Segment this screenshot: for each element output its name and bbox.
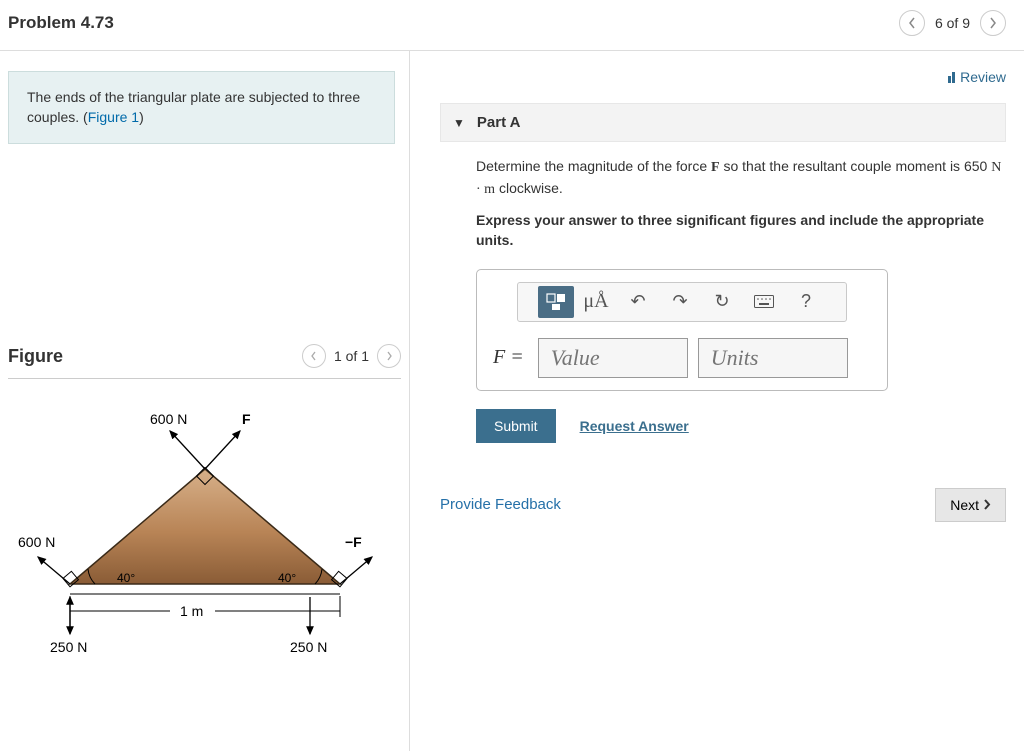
question-text: Determine the magnitude of the force F s…	[476, 156, 1006, 200]
template-button[interactable]	[538, 286, 574, 318]
answer-input-box: μÅ ↶ ↷ ↻ ? F =	[476, 269, 888, 391]
figure-image: 600 N F 600 N −F 40° 40°	[8, 379, 401, 672]
question-pre: Determine the magnitude of the force	[476, 158, 711, 174]
prev-problem-button[interactable]	[899, 10, 925, 36]
label-F-top: F	[242, 411, 251, 427]
figure-header: Figure 1 of 1	[8, 344, 401, 379]
label-250n-left: 250 N	[50, 639, 87, 655]
units-input[interactable]	[698, 338, 848, 378]
provide-feedback-link[interactable]: Provide Feedback	[440, 496, 561, 513]
figure-link[interactable]: Figure 1	[88, 109, 139, 125]
description-suffix: )	[139, 109, 144, 125]
chevron-left-icon	[908, 17, 916, 29]
label-angle-left: 40°	[117, 571, 135, 585]
label-minus-F: −F	[345, 534, 362, 550]
next-button[interactable]: Next	[935, 488, 1006, 522]
problem-header: Problem 4.73 6 of 9	[0, 0, 1024, 51]
reset-button[interactable]: ↻	[702, 284, 742, 320]
next-label: Next	[950, 497, 979, 513]
submit-button[interactable]: Submit	[476, 409, 556, 443]
help-button[interactable]: ?	[786, 284, 826, 320]
problem-title: Problem 4.73	[8, 13, 114, 33]
figure-nav: 1 of 1	[302, 344, 401, 368]
question-post: clockwise.	[495, 180, 563, 196]
chevron-right-icon	[989, 17, 997, 29]
review-icon	[948, 72, 955, 83]
variable-label: F =	[489, 338, 528, 378]
units-button[interactable]: μÅ	[576, 284, 616, 320]
prev-figure-button[interactable]	[302, 344, 326, 368]
question-mid: so that the resultant couple moment is 6…	[720, 158, 992, 174]
chevron-left-icon	[310, 351, 317, 361]
chevron-right-icon	[983, 499, 991, 510]
part-a-title: Part A	[477, 114, 521, 131]
review-label: Review	[960, 69, 1006, 85]
redo-button[interactable]: ↷	[660, 284, 700, 320]
figure-title: Figure	[8, 346, 63, 367]
chevron-right-icon	[386, 351, 393, 361]
request-answer-link[interactable]: Request Answer	[580, 418, 689, 434]
template-icon	[546, 293, 566, 311]
input-toolbar: μÅ ↶ ↷ ↻ ?	[517, 282, 847, 322]
description-text: The ends of the triangular plate are sub…	[27, 89, 360, 125]
collapse-icon: ▼	[453, 116, 465, 130]
header-nav: 6 of 9	[899, 10, 1006, 36]
keyboard-icon	[754, 295, 774, 308]
label-600n-top: 600 N	[150, 411, 187, 427]
review-link[interactable]: Review	[948, 69, 1006, 85]
variable-F: F	[711, 160, 720, 175]
label-angle-right: 40°	[278, 571, 296, 585]
next-problem-button[interactable]	[980, 10, 1006, 36]
keyboard-button[interactable]	[744, 284, 784, 320]
label-600n-left: 600 N	[18, 534, 55, 550]
next-figure-button[interactable]	[377, 344, 401, 368]
undo-button[interactable]: ↶	[618, 284, 658, 320]
value-input[interactable]	[538, 338, 688, 378]
label-1m: 1 m	[180, 603, 203, 619]
problem-count: 6 of 9	[935, 15, 970, 31]
part-a-header[interactable]: ▼ Part A	[440, 103, 1006, 142]
problem-description: The ends of the triangular plate are sub…	[8, 71, 395, 144]
label-250n-right: 250 N	[290, 639, 327, 655]
instruction-text: Express your answer to three significant…	[476, 210, 1006, 251]
figure-count: 1 of 1	[334, 348, 369, 364]
